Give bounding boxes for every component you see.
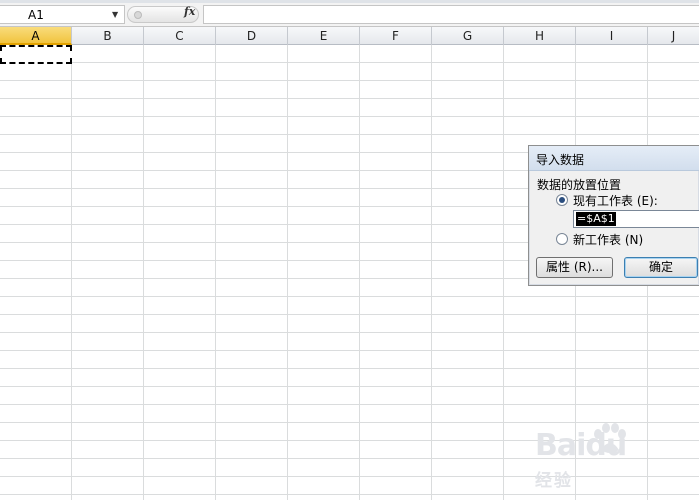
radio-new-worksheet-label[interactable]: 新工作表 (N) [573, 231, 643, 248]
selected-cell-a1[interactable] [0, 45, 72, 64]
import-data-dialog: 导入数据 数据的放置位置 现有工作表 (E): =$A$1 新工作表 (N) 属… [528, 145, 699, 286]
grip-icon [134, 11, 142, 19]
properties-button[interactable]: 属性 (R)... [536, 257, 613, 278]
radio-existing-worksheet-label[interactable]: 现有工作表 (E): [573, 192, 658, 209]
paw-icon [594, 423, 626, 453]
placement-group-label: 数据的放置位置 [537, 178, 622, 192]
column-header-b[interactable]: B [72, 27, 144, 45]
cell-reference-input[interactable]: =$A$1 [573, 210, 699, 228]
watermark-sub-text: 经验 [535, 471, 573, 491]
insert-function-icon[interactable]: fx [184, 5, 195, 18]
cell-reference-value: =$A$1 [576, 212, 616, 226]
name-box-value: A1 [28, 8, 44, 22]
dialog-title-bar[interactable]: 导入数据 [529, 146, 699, 171]
ok-button[interactable]: 确定 [624, 257, 698, 278]
radio-new-worksheet[interactable] [556, 233, 568, 245]
column-headers: A B C D E F G H I J [0, 27, 699, 45]
radio-existing-worksheet[interactable] [556, 194, 568, 206]
column-header-i[interactable]: I [576, 27, 648, 45]
column-header-h[interactable]: H [504, 27, 576, 45]
formula-bar: A1 ▼ fx [0, 0, 699, 27]
dialog-title: 导入数据 [536, 153, 585, 167]
column-header-a[interactable]: A [0, 27, 72, 45]
column-header-d[interactable]: D [216, 27, 288, 45]
baidu-watermark: Baidu 经验 [535, 423, 695, 491]
chevron-down-icon[interactable]: ▼ [112, 10, 118, 19]
formula-input[interactable] [203, 5, 699, 24]
ribbon-edge [0, 0, 699, 3]
column-header-j[interactable]: J [648, 27, 699, 45]
name-box[interactable]: A1 ▼ [0, 5, 125, 24]
column-header-c[interactable]: C [144, 27, 216, 45]
column-header-g[interactable]: G [432, 27, 504, 45]
column-header-e[interactable]: E [288, 27, 360, 45]
column-header-f[interactable]: F [360, 27, 432, 45]
